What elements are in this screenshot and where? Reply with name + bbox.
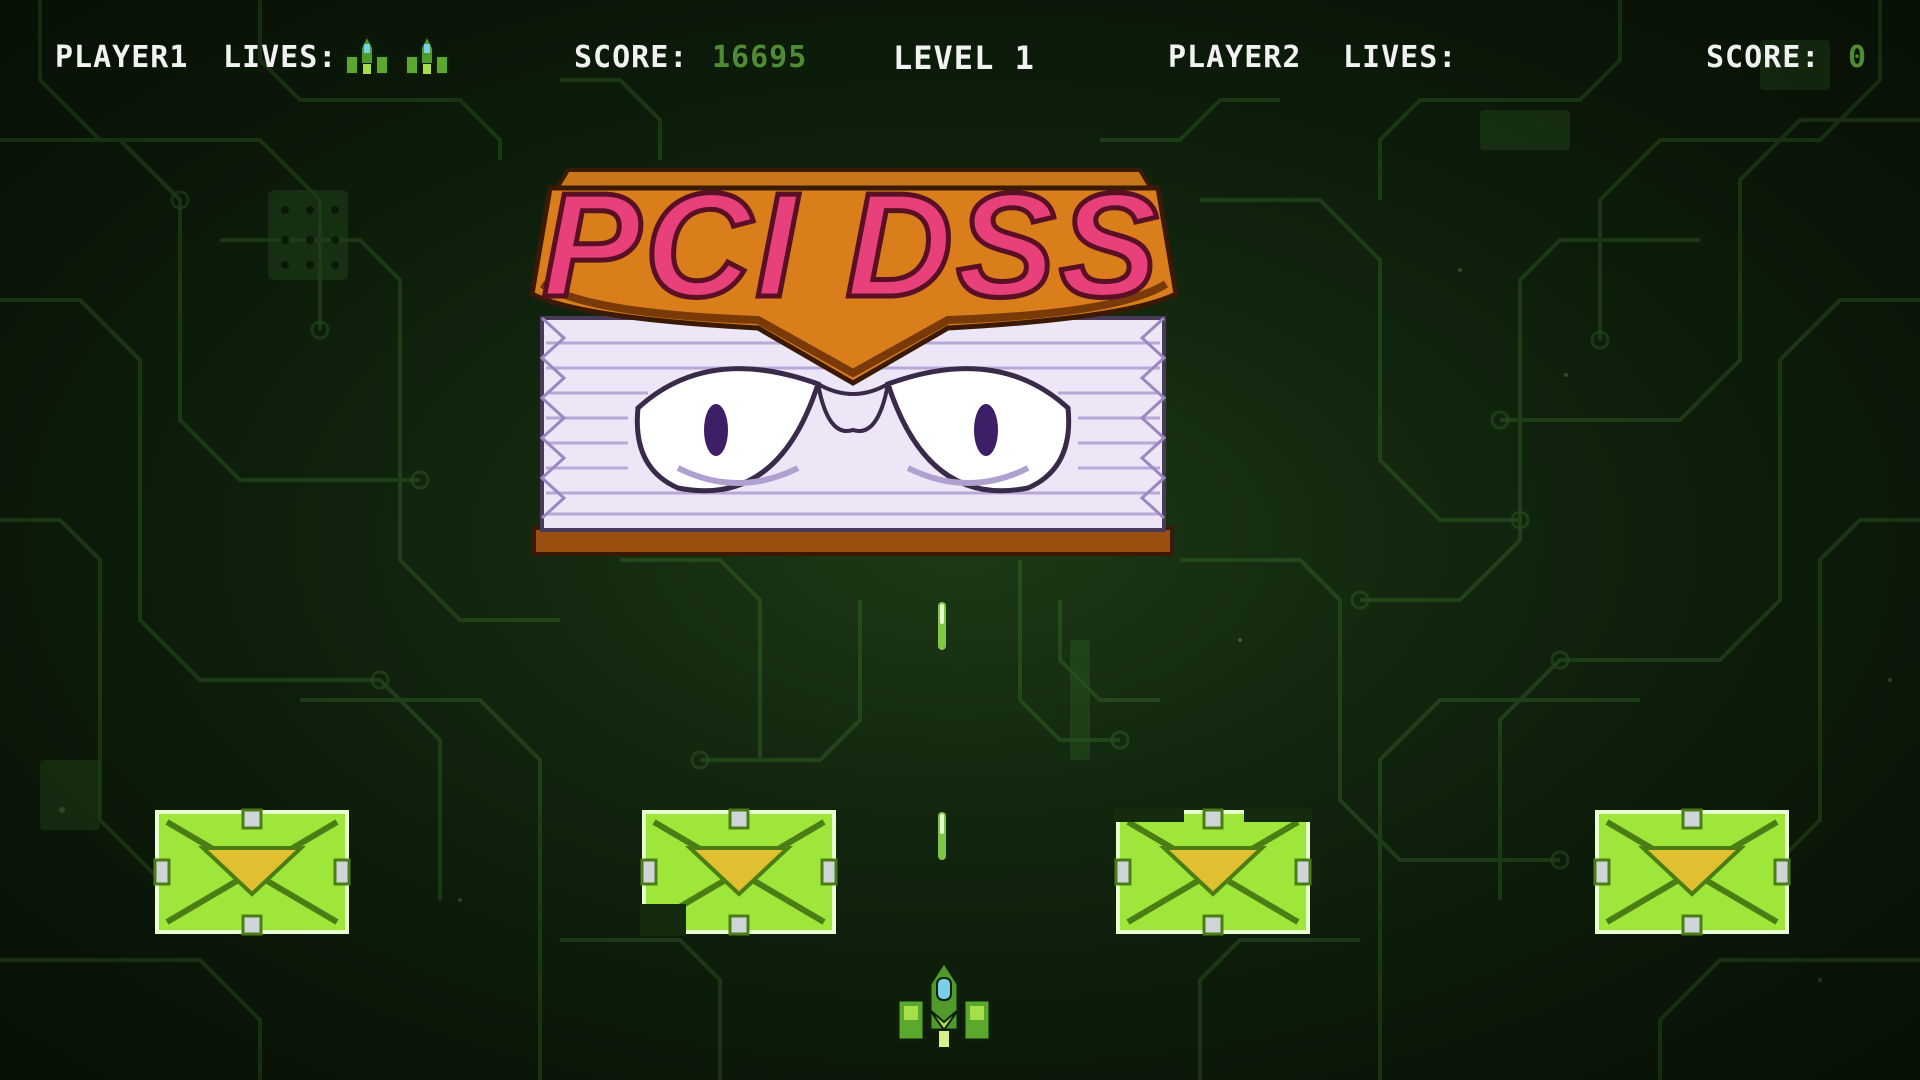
player1-lives-label: LIVES: [223, 40, 338, 75]
player2-lives-label: LIVES: [1343, 40, 1458, 75]
game-playfield: PLAYER1 LIVES: SCORE: 16695 LEVEL 1 PLAY… [0, 0, 1920, 1080]
shield-block [1114, 808, 1312, 936]
player1-score-label: SCORE: [574, 40, 689, 75]
laser-shot [938, 602, 946, 650]
boss-book: PCI DSS [529, 168, 1179, 556]
player2-label: PLAYER2 [1168, 40, 1302, 75]
laser-shot [938, 812, 946, 860]
player-ship-icon[interactable] [892, 960, 996, 1052]
shield-block [1593, 808, 1791, 936]
player2-score-label: SCORE: [1706, 40, 1821, 75]
player1-life-ship-icon [345, 34, 389, 75]
player1-score-value: 16695 [712, 40, 808, 75]
boss-title: PCI DSS [542, 168, 1162, 328]
shield-block [153, 808, 351, 936]
player1-label: PLAYER1 [55, 40, 189, 75]
shield-block [640, 808, 838, 936]
level-indicator: LEVEL 1 [893, 39, 1035, 77]
player1-life-ship-icon [405, 34, 449, 75]
player2-score-value: 0 [1848, 40, 1868, 75]
